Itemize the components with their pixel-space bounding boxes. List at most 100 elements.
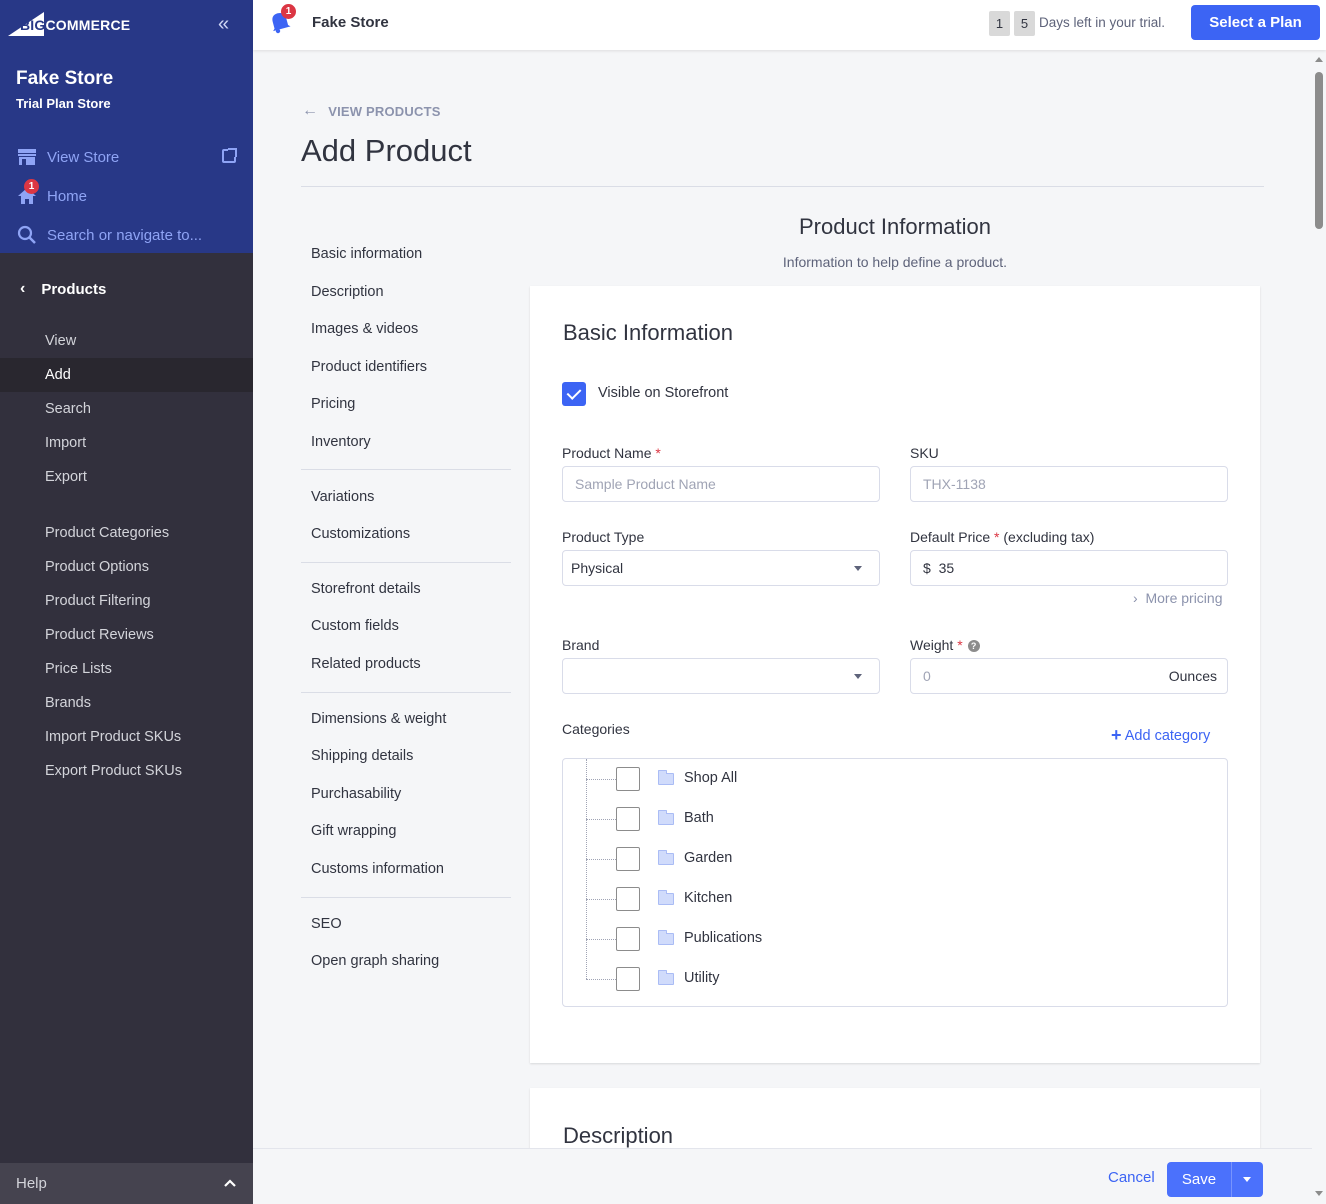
sidebar-store-plan: Trial Plan Store [16,96,111,111]
scroll-down-arrow-icon[interactable] [1315,1191,1323,1196]
scroll-up-arrow-icon[interactable] [1315,57,1323,62]
category-name[interactable]: Publications [684,930,762,946]
sidebar-item-brands[interactable]: Brands [0,686,253,720]
more-pricing-label: More pricing [1145,590,1223,606]
tree-branch [586,859,616,860]
chevron-right-icon: › [1133,590,1138,606]
toc-storefront-details[interactable]: Storefront details [311,581,421,597]
category-name[interactable]: Shop All [684,770,737,786]
toc-images-videos[interactable]: Images & videos [311,321,418,337]
add-category-button[interactable]: + Add category [1111,725,1210,746]
category-checkbox[interactable] [616,887,640,911]
toc-basic-information[interactable]: Basic information [311,246,422,262]
required-asterisk: * [957,637,963,653]
toc-related-products[interactable]: Related products [311,656,421,672]
save-options-dropdown-icon[interactable] [1232,1162,1263,1197]
sku-input[interactable]: THX-1138 [910,466,1228,502]
category-name[interactable]: Bath [684,810,714,826]
category-name[interactable]: Kitchen [684,890,732,906]
sidebar-item-export[interactable]: Export [0,460,253,494]
trial-text: Days left in your trial. [1039,15,1166,30]
save-button[interactable]: Save [1167,1162,1263,1197]
sidebar-section-products[interactable]: ‹ Products [0,272,253,306]
default-price-input[interactable]: $ 35 [910,550,1228,586]
category-tree: Shop All Bath Garden Kitchen Publication… [562,758,1228,1007]
notification-badge: 1 [281,4,296,19]
toc-variations[interactable]: Variations [311,489,374,505]
help-menu[interactable]: Help [0,1163,253,1204]
sidebar-item-product-options[interactable]: Product Options [0,550,253,584]
product-type-select[interactable]: Physical [562,550,880,586]
home-icon: 1 [16,179,39,207]
category-checkbox[interactable] [616,847,640,871]
category-checkbox[interactable] [616,807,640,831]
sku-placeholder: THX-1138 [923,476,986,492]
cancel-button[interactable]: Cancel [1108,1169,1155,1186]
sidebar-search[interactable]: Search or navigate to... [16,223,202,247]
basic-information-card: Basic Information Visible on Storefront … [530,286,1260,1063]
sidebar-item-product-filtering[interactable]: Product Filtering [0,584,253,618]
toc-shipping-details[interactable]: Shipping details [311,748,413,764]
tree-branch [586,899,616,900]
home-label: Home [47,187,88,205]
visible-on-storefront-checkbox[interactable] [562,382,586,406]
top-header: 1 Fake Store 1 5 Days left in your trial… [253,0,1326,50]
brand-select[interactable] [562,658,880,694]
save-label: Save [1167,1162,1232,1197]
toc-customizations[interactable]: Customizations [311,526,410,542]
sidebar-item-price-lists[interactable]: Price Lists [0,652,253,686]
caret-down-icon [854,674,862,679]
visible-on-storefront-label: Visible on Storefront [598,385,729,401]
help-question-icon[interactable]: ? [967,640,980,652]
more-pricing-link[interactable]: › More pricing [1133,590,1222,606]
category-name[interactable]: Utility [684,970,719,986]
view-store-label: View Store [47,148,120,166]
view-store-link[interactable]: View Store [16,145,119,169]
category-name[interactable]: Garden [684,850,732,866]
product-type-value: Physical [571,560,624,576]
category-checkbox[interactable] [616,927,640,951]
sidebar-item-view[interactable]: View [0,324,253,358]
sidebar-item-product-categories[interactable]: Product Categories [0,516,253,550]
sidebar-item-search[interactable]: Search [0,392,253,426]
notifications-bell-icon[interactable]: 1 [269,4,296,34]
sidebar-store-name: Fake Store [16,68,114,89]
chevron-up-icon [223,1175,237,1192]
home-link[interactable]: 1 Home [16,179,88,208]
tree-branch [586,939,616,940]
toc-product-identifiers[interactable]: Product identifiers [311,359,427,375]
sidebar-item-product-reviews[interactable]: Product Reviews [0,618,253,652]
view-products-back-link[interactable]: ← VIEW PRODUCTS [302,102,441,120]
page-scrollbar[interactable] [1312,50,1326,1204]
category-checkbox[interactable] [616,967,640,991]
bigcommerce-logo[interactable]: BIGCOMMERCE [8,10,130,36]
select-plan-button[interactable]: Select a Plan [1191,5,1320,40]
toc-description[interactable]: Description [311,284,384,300]
product-name-input[interactable]: Sample Product Name [562,466,880,502]
caret-down-icon [854,566,862,571]
toc-inventory[interactable]: Inventory [311,434,371,450]
collapse-sidebar-icon[interactable]: « [218,14,229,34]
basic-information-title: Basic Information [563,320,733,345]
scrollbar-thumb[interactable] [1315,72,1323,229]
product-type-label: Product Type [562,529,645,545]
category-checkbox[interactable] [616,767,640,791]
toc-purchasability[interactable]: Purchasability [311,786,401,802]
toc-custom-fields[interactable]: Custom fields [311,618,399,634]
sidebar-item-export-skus[interactable]: Export Product SKUs [0,754,253,788]
toc-customs-information[interactable]: Customs information [311,861,444,877]
weight-input[interactable]: 0 Ounces [910,658,1228,694]
title-divider [301,186,1264,187]
sidebar-item-import[interactable]: Import [0,426,253,460]
toc-dimensions-weight[interactable]: Dimensions & weight [311,711,446,727]
toc-open-graph-sharing[interactable]: Open graph sharing [311,953,439,969]
toc-seo[interactable]: SEO [311,916,342,932]
price-suffix: (excluding tax) [1003,529,1095,545]
tree-branch [586,819,616,820]
external-link-icon[interactable] [222,148,237,163]
sidebar-item-add[interactable]: Add [0,358,253,392]
toc-pricing[interactable]: Pricing [311,396,355,412]
sidebar-item-import-skus[interactable]: Import Product SKUs [0,720,253,754]
currency-symbol: $ [923,560,931,576]
toc-gift-wrapping[interactable]: Gift wrapping [311,823,396,839]
